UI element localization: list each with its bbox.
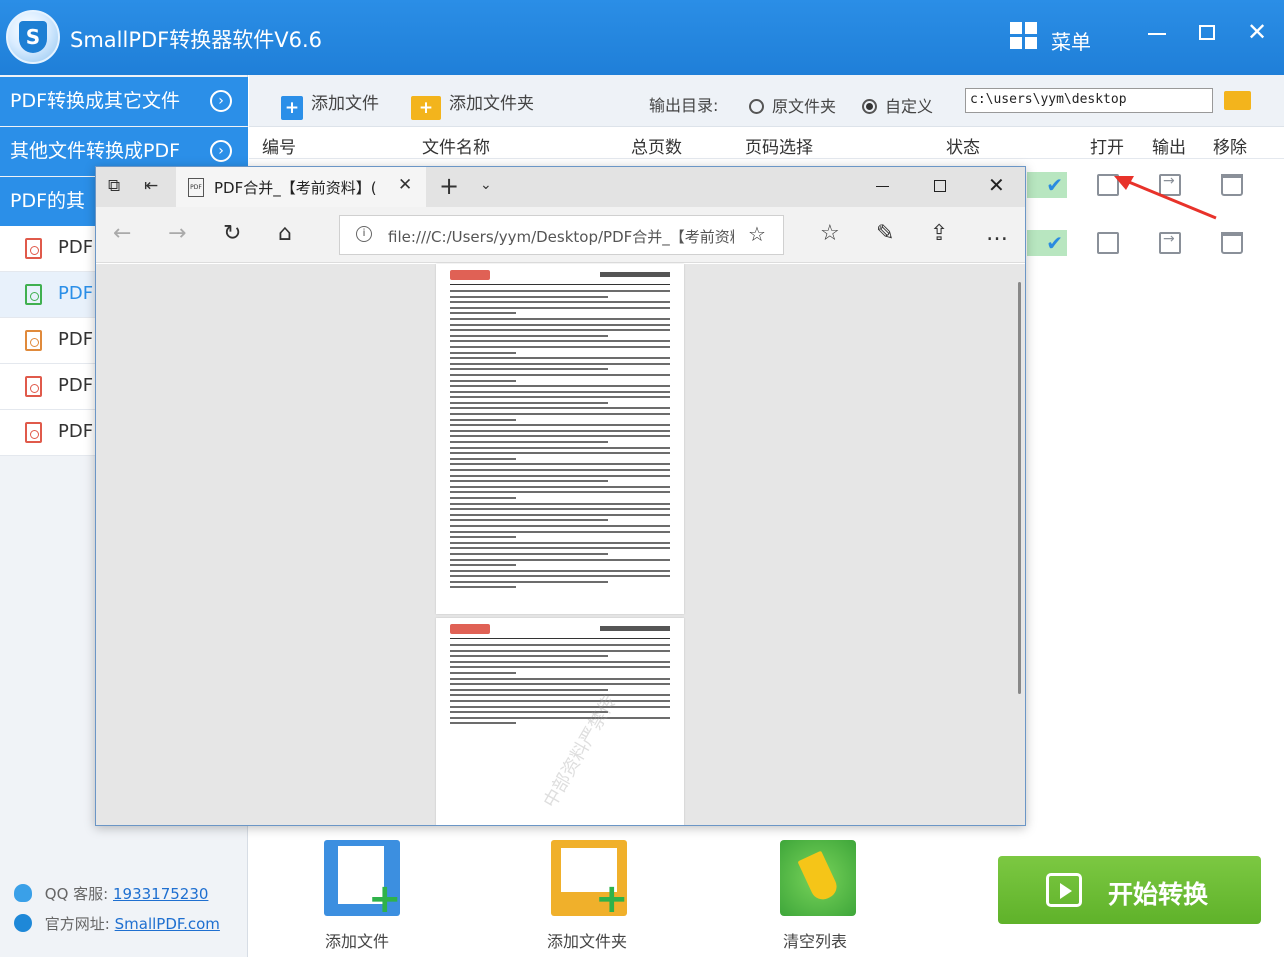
- pdf-viewer: 中部资料严禁传: [96, 264, 1025, 825]
- website-link[interactable]: SmallPDF.com: [115, 915, 220, 933]
- browser-nav-bar: ← → ↻ ⌂ i file:///C:/Users/yym/Desktop/P…: [96, 207, 1025, 263]
- clear-list-label: 清空列表: [783, 932, 848, 951]
- delete-icon[interactable]: [1221, 232, 1243, 254]
- add-file-big-icon[interactable]: +: [324, 840, 402, 919]
- start-convert-button[interactable]: 开始转换: [998, 856, 1261, 924]
- add-folder-label: 添加文件夹: [547, 932, 628, 951]
- bottom-bar: + 添加文件 + 添加文件夹 清空列表 开始转换: [249, 828, 1284, 957]
- forward-icon[interactable]: →: [168, 221, 186, 246]
- website-support: 官方网址: SmallPDF.com: [14, 913, 220, 934]
- favorite-star-icon[interactable]: ☆: [748, 222, 766, 246]
- chevron-right-icon: ›: [210, 90, 232, 112]
- pdf-icon: [25, 284, 42, 305]
- radio-selected-icon: [862, 99, 877, 114]
- header-pages: 总页数: [631, 138, 682, 158]
- header-name: 文件名称: [422, 138, 490, 158]
- pdf-icon: [25, 376, 42, 397]
- header-remove: 移除: [1213, 138, 1247, 158]
- toolbar: + 添加文件 + 添加文件夹 输出目录: 原文件夹 自定义 c:\users\yym…: [249, 75, 1284, 127]
- viewer-scrollbar[interactable]: [1018, 282, 1021, 694]
- share-icon[interactable]: ⇪: [930, 221, 948, 246]
- add-folder-big-icon[interactable]: +: [551, 840, 629, 919]
- add-file-button[interactable]: + 添加文件: [281, 89, 379, 120]
- page-text-lines: [450, 644, 670, 728]
- chevron-right-icon: ›: [210, 140, 232, 162]
- radio-icon: [749, 99, 764, 114]
- qq-support: QQ 客服: 1933175230: [14, 883, 208, 904]
- pdf-icon: [25, 422, 42, 443]
- pdf-page: 中部资料严禁传: [436, 618, 684, 825]
- home-icon[interactable]: ⌂: [278, 221, 292, 246]
- tab-preview-chevron-icon[interactable]: ⌄: [480, 177, 492, 193]
- pdf-icon: [25, 330, 42, 351]
- radio-custom-folder[interactable]: 自定义: [862, 93, 933, 117]
- more-icon[interactable]: …: [986, 221, 1008, 246]
- tab-title: PDF合并_【考前资料】(: [214, 179, 377, 197]
- tab-actions-icon[interactable]: ⧉: [108, 176, 120, 196]
- new-tab-button[interactable]: +: [439, 172, 459, 200]
- ie-icon: [14, 914, 32, 932]
- browser-maximize-button[interactable]: [934, 180, 946, 192]
- page-text-lines: [450, 290, 670, 592]
- close-button[interactable]: ✕: [1247, 20, 1267, 44]
- refresh-icon[interactable]: ↻: [223, 221, 241, 246]
- output-dir-label: 输出目录:: [649, 96, 719, 115]
- app-title: SmallPDF转换器软件V6.6: [70, 28, 322, 52]
- output-path-input[interactable]: c:\users\yym\desktop: [965, 88, 1213, 113]
- browser-tab-bar: ⧉ ⇤ PDF PDF合并_【考前资料】( ✕ + ⌄ ✕: [96, 167, 1025, 207]
- header-status: 状态: [946, 138, 980, 158]
- radio-original-folder[interactable]: 原文件夹: [749, 93, 836, 117]
- set-tabs-aside-icon[interactable]: ⇤: [144, 176, 158, 196]
- open-file-icon[interactable]: [1097, 232, 1119, 254]
- pen-icon[interactable]: ✎: [876, 221, 894, 246]
- browse-folder-icon[interactable]: [1224, 91, 1251, 110]
- browser-window: ⧉ ⇤ PDF PDF合并_【考前资料】( ✕ + ⌄ ✕ ← → ↻ ⌂ i …: [95, 166, 1026, 826]
- sidebar-category-pdf-to-other[interactable]: PDF转换成其它文件 ›: [0, 77, 248, 126]
- favorites-icon[interactable]: ☆: [820, 221, 840, 246]
- header-index: 编号: [262, 138, 296, 158]
- add-folder-button[interactable]: + 添加文件夹: [411, 89, 534, 120]
- add-file-label: 添加文件: [325, 932, 390, 951]
- header-open: 打开: [1090, 138, 1124, 158]
- menu-button[interactable]: 菜单: [1051, 26, 1091, 55]
- add-folder-icon: +: [411, 96, 441, 120]
- page-header: [450, 624, 670, 636]
- clear-list-broom-icon[interactable]: [780, 840, 856, 916]
- play-icon: [1046, 873, 1082, 907]
- info-icon[interactable]: i: [356, 226, 372, 242]
- address-bar[interactable]: i file:///C:/Users/yym/Desktop/PDF合并_【考前…: [339, 215, 784, 255]
- pdf-icon: [25, 238, 42, 259]
- browser-minimize-button[interactable]: [876, 186, 889, 187]
- address-text: file:///C:/Users/yym/Desktop/PDF合并_【考前资料…: [388, 228, 734, 246]
- file-table-header: 编号 文件名称 总页数 页码选择 状态 打开 输出 移除: [249, 127, 1284, 159]
- qq-number-link[interactable]: 1933175230: [113, 885, 208, 903]
- browser-close-button[interactable]: ✕: [988, 173, 1005, 197]
- add-file-icon: +: [281, 96, 303, 120]
- pdf-favicon-icon: PDF: [188, 178, 204, 197]
- title-bar: S SmallPDF转换器软件V6.6 菜单 ✕: [0, 0, 1284, 75]
- maximize-button[interactable]: [1199, 25, 1215, 40]
- page-header: [450, 270, 670, 282]
- header-range: 页码选择: [745, 138, 813, 158]
- annotation-arrow: [1114, 176, 1217, 220]
- qq-icon: [14, 884, 32, 902]
- app-logo-icon: S: [6, 10, 60, 64]
- pdf-page: [436, 264, 684, 614]
- header-output: 输出: [1152, 138, 1186, 158]
- minimize-button[interactable]: [1148, 33, 1166, 35]
- menu-grid-icon[interactable]: [1010, 22, 1037, 49]
- browser-tab[interactable]: PDF PDF合并_【考前资料】( ✕: [176, 167, 426, 207]
- back-icon[interactable]: ←: [113, 221, 131, 246]
- output-file-icon[interactable]: [1159, 231, 1181, 254]
- status-done-icon: ✔: [1027, 172, 1067, 198]
- close-tab-icon[interactable]: ✕: [398, 175, 412, 195]
- status-done-icon: ✔: [1027, 230, 1067, 256]
